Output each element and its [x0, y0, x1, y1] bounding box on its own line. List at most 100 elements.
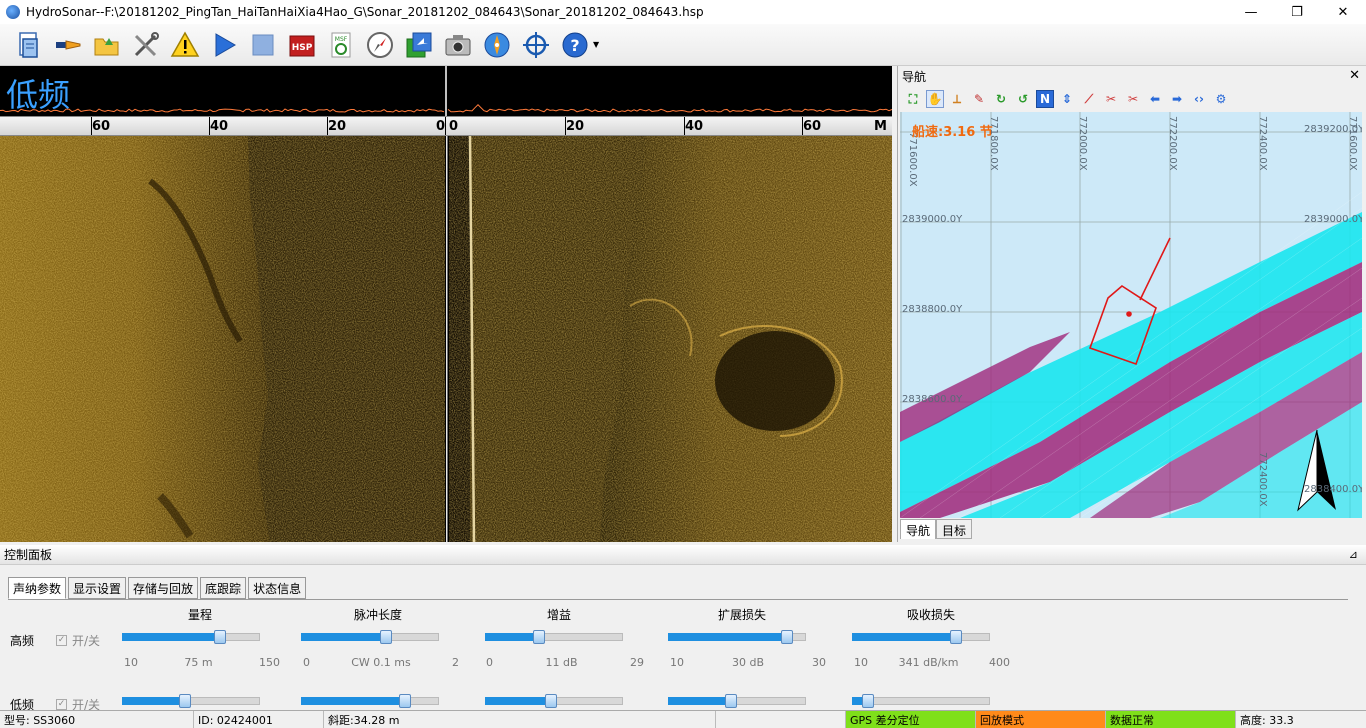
- navigate-icon[interactable]: [480, 28, 514, 62]
- range-labels-range: 10 75 m 150: [124, 656, 280, 669]
- slider-fill: [122, 697, 185, 705]
- open-file-icon[interactable]: [12, 28, 46, 62]
- export-icon[interactable]: [402, 28, 436, 62]
- camera-icon[interactable]: [441, 28, 475, 62]
- range-max: 2: [452, 656, 459, 669]
- north-up-icon[interactable]: N: [1036, 90, 1054, 108]
- minimize-button[interactable]: —: [1228, 0, 1274, 24]
- slider-thumb[interactable]: [380, 630, 392, 644]
- tab-sonar-params[interactable]: 声纳参数: [8, 577, 67, 599]
- range-value: 75 m: [184, 656, 213, 669]
- tab-display-settings[interactable]: 显示设置: [68, 577, 127, 599]
- close-button[interactable]: ✕: [1320, 0, 1366, 24]
- range-max: 400: [989, 656, 1010, 669]
- settings-gear-icon[interactable]: ⚙: [1212, 90, 1230, 108]
- slider-low-absorption[interactable]: [852, 694, 990, 708]
- range-value: CW 0.1 ms: [351, 656, 411, 669]
- tab-bottom-tracking[interactable]: 底跟踪: [200, 577, 247, 599]
- pin-icon[interactable]: ⊿: [1349, 548, 1358, 561]
- clear-icon[interactable]: ✎: [970, 90, 988, 108]
- range-scale: 60 40 20 0 0 20 40 60 M: [0, 116, 892, 136]
- arrow-right-icon[interactable]: ➡: [1168, 90, 1186, 108]
- measure-icon[interactable]: ⟂: [948, 90, 966, 108]
- slider-low-pulse[interactable]: [301, 694, 439, 708]
- rotate-ccw-icon[interactable]: ↺: [1014, 90, 1032, 108]
- range-max: 150: [259, 656, 280, 669]
- rotate-cw-icon[interactable]: ↻: [992, 90, 1010, 108]
- folder-icon[interactable]: [90, 28, 124, 62]
- slider-high-absorption[interactable]: [852, 630, 990, 644]
- sonar-view[interactable]: 低频 60 40 20 0 0 20 40 60 M: [0, 66, 892, 542]
- param-header-spread: 扩展损失: [717, 608, 766, 622]
- tab-storage-playback[interactable]: 存储与回放: [128, 577, 199, 599]
- slider-thumb[interactable]: [862, 694, 874, 708]
- track-edit-icon[interactable]: ✂: [1102, 90, 1120, 108]
- stop-icon[interactable]: [246, 28, 280, 62]
- slider-low-spread[interactable]: [668, 694, 806, 708]
- target-icon[interactable]: [519, 28, 553, 62]
- play-icon[interactable]: [207, 28, 241, 62]
- grid-x-label: 772200.0X: [1167, 116, 1178, 171]
- status-mode: 回放模式: [976, 711, 1106, 728]
- slider-fill: [485, 697, 551, 705]
- track-delete-icon[interactable]: ✂: [1124, 90, 1142, 108]
- slider-thumb[interactable]: [399, 694, 411, 708]
- tab-status-info[interactable]: 状态信息: [248, 577, 307, 599]
- arrow-left-icon[interactable]: ⬅: [1146, 90, 1164, 108]
- tools-icon[interactable]: [129, 28, 163, 62]
- slider-high-range[interactable]: [122, 630, 260, 644]
- slider-thumb[interactable]: [781, 630, 793, 644]
- range-labels-pulse: 0 CW 0.1 ms 2: [303, 656, 459, 669]
- zoom-extent-icon[interactable]: ⛶: [904, 90, 922, 108]
- navigation-panel: 导航 ✕ ⛶ ✋ ⟂ ✎ ↻ ↺ N ⇕ ⟋ ✂ ✂ ⬅ ➡ ‹› ⚙ 7718…: [897, 66, 1366, 542]
- vertical-arrows-icon[interactable]: ⇕: [1058, 90, 1076, 108]
- range-labels-spread: 10 30 dB 30: [670, 656, 826, 669]
- high-freq-toggle[interactable]: ✓ 开/关: [56, 632, 100, 649]
- slider-fill: [668, 697, 731, 705]
- svg-text:?: ?: [570, 36, 579, 55]
- slider-thumb[interactable]: [545, 694, 557, 708]
- code-icon[interactable]: ‹›: [1190, 90, 1208, 108]
- control-panel: 控制面板 ⊿ 声纳参数 显示设置 存储与回放 底跟踪 状态信息 量程 脉冲长度 …: [0, 545, 1366, 712]
- checkbox-icon: ✓: [56, 635, 67, 646]
- slider-high-pulse[interactable]: [301, 630, 439, 644]
- navigation-map[interactable]: 771800.0X 772000.0X 772200.0X 772400.0X …: [900, 112, 1362, 518]
- slider-high-spread[interactable]: [668, 630, 806, 644]
- warning-icon[interactable]: [168, 28, 202, 62]
- app-icon: [6, 5, 20, 19]
- center-divider-top: [445, 66, 447, 116]
- probe-icon[interactable]: [51, 28, 85, 62]
- tick-label: 20: [328, 119, 347, 134]
- tab-targets[interactable]: 目标: [936, 519, 973, 539]
- grid-y-label: 2839000.0Y: [1304, 214, 1362, 225]
- status-gps: GPS 差分定位: [846, 711, 976, 728]
- compass-icon[interactable]: [363, 28, 397, 62]
- slider-thumb[interactable]: [214, 630, 226, 644]
- nav-close-button[interactable]: ✕: [1349, 68, 1360, 83]
- grid-y-label: 2838600.0Y: [902, 394, 963, 405]
- slider-thumb[interactable]: [179, 694, 191, 708]
- app-window: HydroSonar--F:\20181202_PingTan_HaiTanHa…: [0, 0, 1366, 728]
- pan-hand-icon[interactable]: ✋: [926, 90, 944, 108]
- map-canvas: 771800.0X 772000.0X 772200.0X 772400.0X …: [900, 112, 1362, 518]
- slider-high-gain[interactable]: [485, 630, 623, 644]
- tick-label: 60: [803, 119, 822, 134]
- slider-thumb[interactable]: [950, 630, 962, 644]
- range-min: 0: [303, 656, 310, 669]
- maximize-button[interactable]: ❐: [1274, 0, 1320, 24]
- slider-low-gain[interactable]: [485, 694, 623, 708]
- tick-label: 40: [685, 119, 704, 134]
- tick-label: 20: [566, 119, 585, 134]
- help-icon[interactable]: ?: [558, 28, 592, 62]
- hsp-icon[interactable]: HSP: [285, 28, 319, 62]
- msf-icon[interactable]: MSF: [324, 28, 358, 62]
- slider-fill: [301, 697, 405, 705]
- slider-thumb[interactable]: [533, 630, 545, 644]
- slider-thumb[interactable]: [725, 694, 737, 708]
- tick-mark: [445, 117, 446, 135]
- tab-navigation[interactable]: 导航: [900, 519, 937, 539]
- status-blank: [716, 711, 846, 728]
- slider-low-range[interactable]: [122, 694, 260, 708]
- track-icon[interactable]: ⟋: [1080, 90, 1098, 108]
- help-dropdown-caret[interactable]: ▼: [593, 40, 599, 49]
